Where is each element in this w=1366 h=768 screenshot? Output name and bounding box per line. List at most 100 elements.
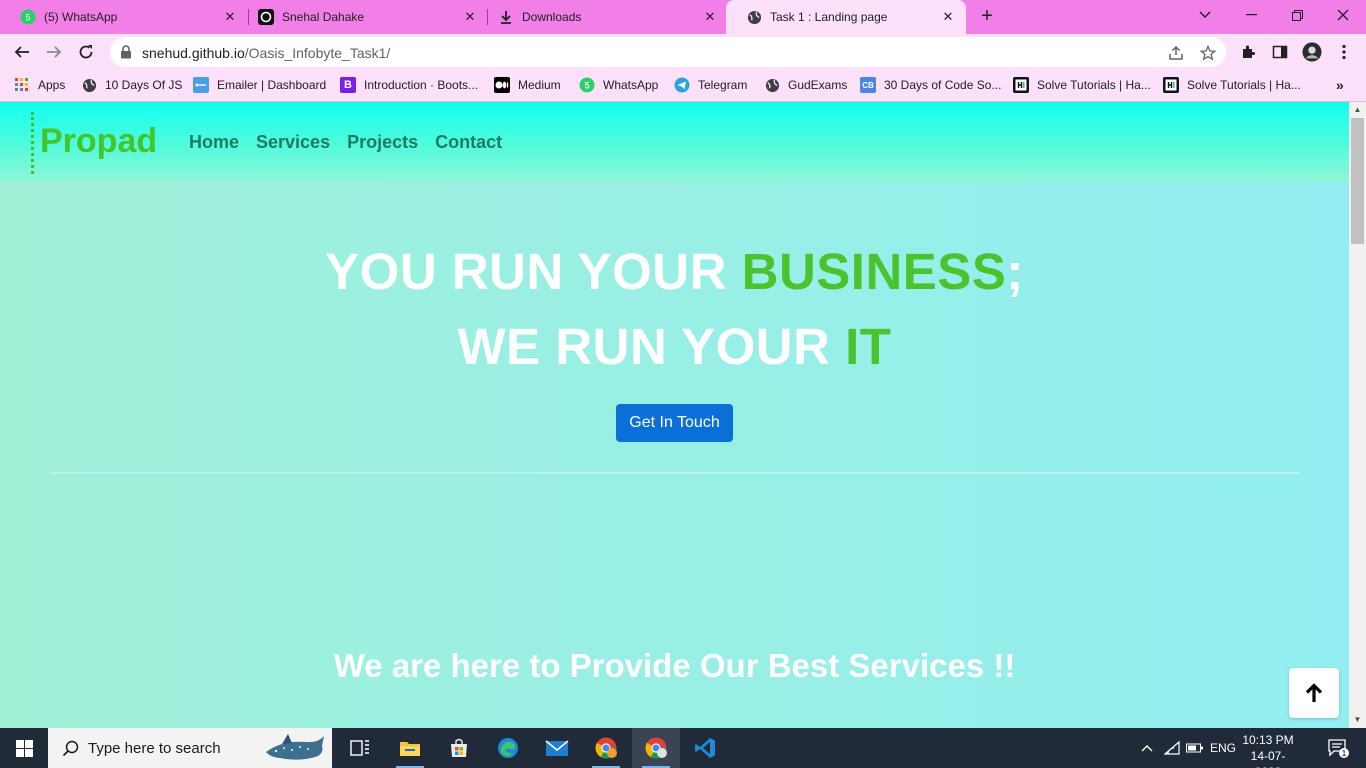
notification-icon: 1 — [1328, 739, 1349, 758]
svg-text:5: 5 — [25, 13, 30, 23]
whatsapp-icon: 5 — [579, 77, 595, 93]
tab-landing-page[interactable]: Task 1 : Landing page ✕ — [726, 0, 966, 34]
profile-avatar[interactable] — [1302, 42, 1322, 62]
taskbar-microsoft-store[interactable] — [435, 728, 483, 768]
task-view-icon — [350, 740, 369, 756]
tab-title: (5) WhatsApp — [44, 10, 118, 24]
globe-icon — [81, 77, 97, 93]
tab-search-button[interactable] — [1182, 0, 1228, 30]
network-wifi-icon[interactable] — [1160, 728, 1184, 768]
edge-icon — [498, 738, 518, 758]
search-icon — [60, 738, 80, 758]
nav-link-services[interactable]: Services — [256, 132, 330, 153]
new-tab-button[interactable]: + — [976, 6, 998, 28]
tab-github[interactable]: Snehal Dahake ✕ — [238, 0, 488, 34]
bookmarks-bar: Apps 10 Days Of JS Emailer | Dashboard B… — [0, 70, 1366, 102]
landing-page: Propad Home Services Projects Contact YO… — [0, 102, 1349, 728]
language-indicator[interactable]: ENG — [1208, 728, 1238, 768]
bootstrap-icon: B — [340, 77, 356, 93]
bookmark-label: WhatsApp — [603, 78, 659, 92]
taskbar-vscode[interactable] — [681, 728, 729, 768]
scroll-down-arrow-icon[interactable]: ▼ — [1353, 715, 1362, 724]
nav-link-contact[interactable]: Contact — [435, 132, 502, 153]
clock-time: 10:13 PM — [1242, 733, 1294, 747]
bookmark-star-icon[interactable] — [1199, 44, 1217, 62]
taskbar-mail[interactable] — [533, 728, 581, 768]
bookmark-hackerrank-1[interactable]: Solve Tutorials | Ha... — [1013, 77, 1151, 93]
mail-icon — [545, 740, 569, 756]
bookmark-hackerrank-2[interactable]: Solve Tutorials | Ha... — [1163, 77, 1301, 93]
bookmark-whatsapp[interactable]: 5 WhatsApp — [579, 77, 658, 93]
restore-button[interactable] — [1274, 0, 1320, 30]
globe-icon — [746, 9, 762, 25]
task-view-button[interactable] — [336, 728, 384, 768]
windows-logo-icon — [15, 739, 33, 757]
bookmark-label: Telegram — [698, 78, 748, 92]
taskbar-chrome-2[interactable] — [632, 728, 680, 768]
svg-text:5: 5 — [584, 81, 589, 91]
tab-title: Task 1 : Landing page — [770, 10, 888, 24]
get-in-touch-button[interactable]: Get In Touch — [616, 404, 733, 442]
close-window-button[interactable] — [1320, 0, 1366, 30]
bookmark-apps[interactable]: Apps — [14, 77, 65, 93]
nav-link-projects[interactable]: Projects — [347, 132, 418, 153]
browser-toolbar: snehud.github.io/Oasis_Infobyte_Task1/ — [0, 34, 1366, 70]
tab-whatsapp[interactable]: 5 (5) WhatsApp ✕ — [0, 0, 248, 34]
services-heading: We are here to Provide Our Best Services… — [333, 647, 1016, 684]
bookmark-10-days-of-js[interactable]: 10 Days Of JS — [81, 77, 182, 93]
notification-center-button[interactable]: 1 — [1318, 728, 1358, 768]
close-tab-icon[interactable]: ✕ — [702, 9, 718, 25]
page-scrollbar[interactable]: ▲ ▼ — [1349, 102, 1366, 728]
share-icon[interactable] — [1167, 44, 1185, 62]
browser-tab-strip: 5 (5) WhatsApp ✕ Snehal Dahake ✕ Downloa… — [0, 0, 1366, 34]
taskbar-file-explorer[interactable] — [386, 728, 434, 768]
taskbar-search-box[interactable]: Type here to search — [48, 728, 332, 768]
address-bar[interactable]: snehud.github.io/Oasis_Infobyte_Task1/ — [110, 37, 1226, 67]
tab-downloads[interactable]: Downloads ✕ — [478, 0, 728, 34]
scroll-to-top-button[interactable] — [1289, 668, 1339, 718]
tab-title: Downloads — [522, 10, 582, 24]
taskbar-clock[interactable]: 10:13 PM 14-07-2023 — [1238, 732, 1298, 768]
show-hidden-icons-chevron-icon[interactable] — [1136, 728, 1158, 768]
taskbar-edge[interactable] — [484, 728, 532, 768]
lock-icon — [120, 45, 134, 59]
bookmark-label: GudExams — [788, 78, 848, 92]
reload-button[interactable] — [72, 38, 100, 66]
nav-link-home[interactable]: Home — [189, 132, 239, 153]
more-menu-icon[interactable] — [1334, 42, 1354, 62]
notification-count: 1 — [1342, 749, 1347, 758]
start-button[interactable] — [0, 728, 48, 768]
extensions-icon[interactable] — [1238, 42, 1258, 62]
site-logo[interactable]: Propad — [40, 122, 157, 161]
battery-icon[interactable] — [1184, 728, 1206, 768]
brand-dotted-line — [31, 112, 34, 174]
bookmark-gudexams[interactable]: GudExams — [764, 77, 847, 93]
bookmark-30-days-of-code[interactable]: CB 30 Days of Code So... — [860, 77, 1001, 93]
tab-title: Snehal Dahake — [282, 10, 365, 24]
close-tab-icon[interactable]: ✕ — [462, 9, 478, 25]
store-icon — [451, 738, 467, 757]
hero-headline-line-1: YOU RUN YOUR BUSINESS; — [325, 243, 1024, 300]
close-tab-icon[interactable]: ✕ — [222, 9, 238, 25]
whatsapp-icon: 5 — [20, 9, 36, 25]
windows-taskbar: Type here to search ENG 10:13 PM 14-07- … — [0, 728, 1366, 768]
minimize-button[interactable] — [1228, 0, 1274, 30]
bookmark-medium[interactable]: Medium — [494, 77, 561, 93]
close-tab-icon[interactable]: ✕ — [940, 9, 956, 25]
hackerrank-icon — [1013, 77, 1029, 93]
bookmark-emailer[interactable]: Emailer | Dashboard — [193, 77, 326, 93]
download-icon — [498, 9, 514, 25]
forward-button[interactable] — [40, 38, 68, 66]
scrollbar-thumb[interactable] — [1351, 118, 1364, 244]
bookmark-telegram[interactable]: Telegram — [674, 77, 747, 93]
bookmark-bootstrap[interactable]: B Introduction · Boots... — [340, 77, 478, 93]
back-button[interactable] — [8, 38, 36, 66]
scroll-up-arrow-icon[interactable]: ▲ — [1353, 105, 1362, 114]
chrome-icon — [595, 737, 617, 759]
taskbar-chrome-1[interactable] — [582, 728, 630, 768]
side-panel-icon[interactable] — [1270, 42, 1290, 62]
bookmarks-overflow-chevron-icon[interactable]: » — [1336, 77, 1344, 93]
bookmark-label: Medium — [518, 78, 561, 92]
bookmark-label: Solve Tutorials | Ha... — [1037, 78, 1151, 92]
folder-icon — [400, 742, 420, 756]
